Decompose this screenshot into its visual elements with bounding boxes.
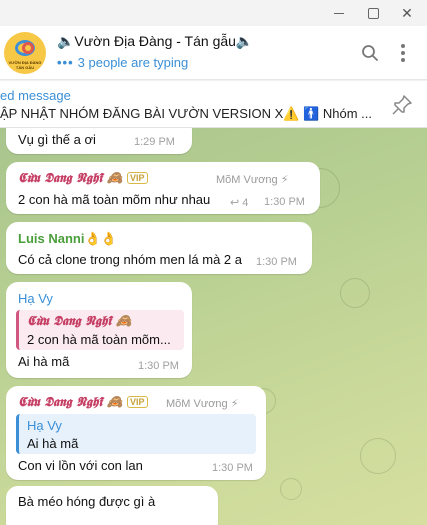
message-time: 1:30 PM	[212, 462, 253, 474]
message-text: Con vi lồn với con lan	[18, 458, 143, 473]
message-text: Vụ gì thế a ơi	[18, 132, 96, 147]
message-time: 1:29 PM	[134, 136, 175, 148]
minimize-icon[interactable]	[322, 0, 356, 26]
message-sender[interactable]: Hạ Vy	[18, 291, 53, 306]
unpin-icon[interactable]	[390, 93, 414, 117]
chat-title[interactable]: 🔈Vườn Địa Đàng - Tán gẫu🔈	[57, 33, 253, 50]
message-bubble[interactable]: 𝕮𝖚̛̀𝖚 𝕯𝖆𝖓𝖌 𝕹𝖌𝖍𝖎̃ 🙈 VIP MõM Vương ⚡ 2 con …	[6, 162, 320, 214]
member-title: MõM Vương ⚡	[216, 174, 289, 186]
background-doodle	[340, 278, 370, 308]
sender-name: 𝕮𝖚̛̀𝖚 𝕯𝖆𝖓𝖌 𝕹𝖌𝖍𝖎̃ 🙈	[18, 395, 124, 410]
close-icon[interactable]: ✕	[390, 0, 424, 26]
message-sender[interactable]: Luis Nanni👌👌	[18, 231, 117, 247]
message-sender[interactable]: 𝕮𝖚̛̀𝖚 𝕯𝖆𝖓𝖌 𝕹𝖌𝖍𝖎̃ 🙈 VIP	[18, 171, 148, 186]
background-doodle	[280, 478, 302, 500]
forward-count: ↩ 4	[230, 197, 249, 209]
message-time: 1:30 PM	[256, 256, 297, 268]
message-time: 1:30 PM	[138, 360, 179, 372]
member-title: MõM Vương ⚡	[166, 398, 239, 410]
reply-sender: 𝕮𝖚̛̀𝖚 𝕯𝖆𝖓𝖌 𝕹𝖌𝖍𝖎̃ 🙈	[27, 314, 133, 329]
vip-badge: VIP	[127, 172, 148, 184]
sender-name: 𝕮𝖚̛̀𝖚 𝕯𝖆𝖓𝖌 𝕹𝖌𝖍𝖎̃ 🙈	[18, 171, 124, 186]
chat-header: VƯỜN ĐỊA ĐÀNG TÁN GẪU 🔈Vườn Địa Đàng - T…	[0, 26, 427, 80]
message-text: Bà méo hóng được gì à	[18, 494, 156, 509]
pinned-message-bar[interactable]: ed message ẬP NHẬT NHÓM ĐĂNG BÀI VƯỜN VE…	[0, 81, 427, 128]
reply-sender: Hạ Vy	[27, 418, 62, 433]
message-bubble[interactable]: Hạ Vy 𝕮𝖚̛̀𝖚 𝕯𝖆𝖓𝖌 𝕹𝖌𝖍𝖎̃ 🙈 2 con hà mã toà…	[6, 282, 192, 378]
message-bubble[interactable]: Luis Nanni👌👌 Có cả clone trong nhóm men …	[6, 222, 312, 274]
chat-messages[interactable]: Vụ gì thế a ơi 1:29 PM 𝕮𝖚̛̀𝖚 𝕯𝖆𝖓𝖌 𝕹𝖌𝖍𝖎̃ …	[0, 128, 427, 525]
maximize-icon[interactable]	[356, 0, 390, 26]
search-icon[interactable]	[357, 40, 383, 66]
bolt-icon: ⚡	[280, 174, 289, 186]
window-titlebar: ✕	[0, 0, 427, 26]
message-bubble[interactable]: 𝕮𝖚̛̀𝖚 𝕯𝖆𝖓𝖌 𝕹𝖌𝖍𝖎̃ 🙈 VIP MõM Vương ⚡ Hạ Vy …	[6, 386, 266, 480]
background-doodle	[360, 438, 396, 474]
message-text: 2 con hà mã toàn mõm như nhau	[18, 192, 211, 207]
vip-badge: VIP	[127, 396, 148, 408]
typing-status: ••• 3 people are typing	[57, 55, 188, 70]
typing-dots: •••	[57, 55, 74, 70]
group-avatar[interactable]: VƯỜN ĐỊA ĐÀNG TÁN GẪU	[4, 32, 46, 74]
reply-preview[interactable]: 𝕮𝖚̛̀𝖚 𝕯𝖆𝖓𝖌 𝕹𝖌𝖍𝖎̃ 🙈 2 con hà mã toàn mõm.…	[16, 310, 184, 350]
reply-text: 2 con hà mã toàn mõm...	[27, 332, 171, 347]
message-text: Ai hà mã	[18, 354, 70, 369]
pinned-label: ed message	[0, 88, 71, 103]
typing-text: 3 people are typing	[77, 55, 189, 70]
message-bubble[interactable]: Bà méo hóng được gì à	[6, 486, 218, 525]
reply-preview[interactable]: Hạ Vy Ai hà mã	[16, 414, 256, 454]
message-text: Có cả clone trong nhóm men lá mà 2 a	[18, 252, 243, 267]
message-time: 1:30 PM	[264, 196, 305, 208]
more-options-icon[interactable]	[390, 40, 416, 66]
pinned-text: ẬP NHẬT NHÓM ĐĂNG BÀI VƯỜN VERSION X⚠️ 🚹…	[0, 106, 372, 121]
reply-text: Ai hà mã	[27, 436, 79, 451]
bolt-icon: ⚡	[230, 398, 239, 410]
message-sender[interactable]: 𝕮𝖚̛̀𝖚 𝕯𝖆𝖓𝖌 𝕹𝖌𝖍𝖎̃ 🙈 VIP	[18, 395, 148, 410]
message-bubble[interactable]: Vụ gì thế a ơi 1:29 PM	[6, 128, 192, 154]
